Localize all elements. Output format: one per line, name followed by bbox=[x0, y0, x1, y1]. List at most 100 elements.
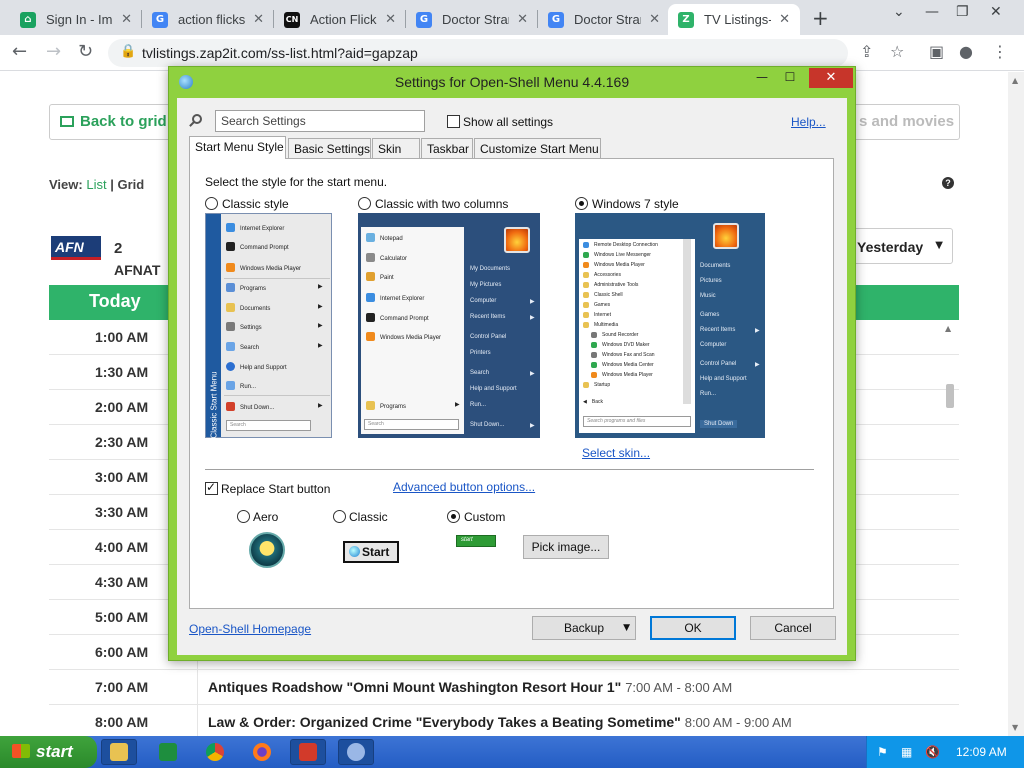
forward-arrow-icon[interactable]: → bbox=[46, 41, 61, 62]
start-label: start bbox=[36, 742, 73, 761]
bookmark-star-icon[interactable]: ☆ bbox=[890, 42, 904, 61]
classic-style-radio[interactable] bbox=[205, 197, 218, 210]
browser-tab[interactable]: CN Action Flicks ✕ bbox=[274, 4, 406, 35]
firefox-icon bbox=[253, 743, 271, 761]
schedule-row[interactable]: 7:00 AM Antiques Roadshow "Omni Mount Was… bbox=[49, 670, 959, 705]
advanced-button-options-link[interactable]: Advanced button options... bbox=[393, 480, 535, 494]
windows7-style-preview[interactable]: Remote Desktop Connection Windows Live M… bbox=[575, 213, 765, 438]
view-grid-link[interactable]: Grid bbox=[117, 177, 144, 192]
tab-skin[interactable]: Skin bbox=[372, 138, 420, 158]
divider bbox=[205, 469, 814, 470]
tab-start-menu-style[interactable]: Start Menu Style bbox=[189, 136, 286, 159]
search-settings-input[interactable]: Search Settings bbox=[215, 110, 425, 132]
volume-muted-icon[interactable]: 🔇 bbox=[925, 745, 940, 759]
channel-name: AFNAT bbox=[114, 262, 161, 278]
open-shell-homepage-link[interactable]: Open-Shell Homepage bbox=[189, 622, 311, 636]
start-button[interactable]: start bbox=[0, 736, 97, 768]
tab-favicon-icon: ⌂ bbox=[20, 11, 36, 28]
close-tab-icon[interactable]: ✕ bbox=[517, 12, 528, 27]
restore-window-icon[interactable]: ❐ bbox=[956, 4, 969, 20]
custom-button-radio[interactable] bbox=[447, 510, 460, 523]
close-tab-icon[interactable]: ✕ bbox=[121, 12, 132, 27]
two-columns-preview[interactable]: Notepad Calculator Paint Internet Explor… bbox=[358, 213, 540, 438]
tab-taskbar[interactable]: Taskbar bbox=[421, 138, 473, 158]
minimize-window-icon[interactable]: — bbox=[925, 4, 939, 20]
browser-tab-active[interactable]: Z TV Listings- ✕ bbox=[668, 4, 800, 35]
side-panel-icon[interactable]: ▣ bbox=[929, 42, 944, 61]
tab-search-icon[interactable]: ⌄ bbox=[893, 4, 905, 20]
page-scrollbar[interactable]: ▲ ▼ bbox=[1008, 72, 1024, 736]
view-list-link[interactable]: List bbox=[86, 177, 106, 192]
help-link[interactable]: Help... bbox=[791, 115, 826, 129]
classic-start-button-preview: Start bbox=[343, 541, 399, 563]
close-tab-icon[interactable]: ✕ bbox=[649, 12, 660, 27]
scrollbar-thumb[interactable] bbox=[946, 384, 954, 408]
tab-basic-settings[interactable]: Basic Settings bbox=[288, 138, 371, 158]
program-time-range: 7:00 AM - 8:00 AM bbox=[625, 680, 733, 695]
excel-taskbar-button[interactable] bbox=[150, 739, 186, 765]
scroll-up-icon[interactable]: ▲ bbox=[945, 324, 951, 333]
tab-title: Doctor Stran bbox=[574, 12, 642, 27]
preview-user-picture bbox=[504, 227, 530, 253]
classic-button-label: Classic bbox=[349, 510, 388, 524]
windows7-style-radio[interactable] bbox=[575, 197, 588, 210]
browser-tab[interactable]: G Doctor Stran ✕ bbox=[406, 4, 538, 35]
backup-button[interactable]: Backup ▼ bbox=[532, 616, 636, 640]
select-skin-link[interactable]: Select skin... bbox=[582, 446, 650, 460]
new-tab-button[interactable]: + bbox=[812, 6, 829, 30]
today-label: Today bbox=[89, 291, 141, 311]
close-dialog-button[interactable]: ✕ bbox=[809, 68, 853, 88]
close-tab-icon[interactable]: ✕ bbox=[253, 12, 264, 27]
settings-taskbar-button[interactable] bbox=[338, 739, 374, 765]
app-taskbar-button[interactable] bbox=[290, 739, 326, 765]
browser-tab[interactable]: G Doctor Stran ✕ bbox=[538, 4, 670, 35]
program-title[interactable]: Antiques Roadshow "Omni Mount Washington… bbox=[208, 679, 732, 695]
address-bar[interactable]: 🔒 tvlistings.zap2it.com/ss-list.html?aid… bbox=[108, 39, 848, 67]
scroll-down-icon[interactable]: ▼ bbox=[1012, 723, 1018, 732]
dialog-title-bar[interactable]: Settings for Open-Shell Menu 4.4.169 — ☐… bbox=[169, 67, 855, 97]
network-icon[interactable]: ▦ bbox=[901, 745, 915, 759]
classic-menu-band: Classic Start Menu bbox=[206, 214, 221, 439]
day-select-value: Yesterday bbox=[857, 239, 924, 255]
share-icon[interactable]: ⇪ bbox=[860, 42, 873, 61]
pick-image-button[interactable]: Pick image... bbox=[523, 535, 609, 559]
replace-start-button-checkbox[interactable] bbox=[205, 480, 218, 495]
tab-title: Sign In - Img bbox=[46, 12, 114, 27]
action-center-flag-icon[interactable]: ⚑ bbox=[877, 745, 891, 759]
schedule-scrollbar[interactable]: ▲ bbox=[943, 324, 957, 736]
profile-avatar-icon[interactable]: ● bbox=[959, 42, 973, 61]
maximize-icon[interactable]: ☐ bbox=[777, 70, 803, 90]
schedule-row[interactable]: 8:00 AM Law & Order: Organized Crime "Eve… bbox=[49, 705, 959, 740]
browser-tab[interactable]: ⌂ Sign In - Img ✕ bbox=[10, 4, 142, 35]
close-tab-icon[interactable]: ✕ bbox=[779, 12, 790, 27]
help-icon[interactable]: ? bbox=[942, 177, 954, 189]
chrome-icon bbox=[206, 743, 224, 761]
lock-icon: 🔒 bbox=[120, 44, 137, 59]
scroll-up-icon[interactable]: ▲ bbox=[1012, 76, 1018, 85]
close-window-icon[interactable]: ✕ bbox=[990, 4, 1002, 20]
close-tab-icon[interactable]: ✕ bbox=[385, 12, 396, 27]
url-text[interactable]: tvlistings.zap2it.com/ss-list.html?aid=g… bbox=[142, 45, 418, 61]
menu-kebab-icon[interactable]: ⋮ bbox=[992, 42, 1008, 61]
cancel-button[interactable]: Cancel bbox=[750, 616, 836, 640]
program-title[interactable]: Law & Order: Organized Crime "Everybody … bbox=[208, 714, 792, 730]
firefox-taskbar-button[interactable] bbox=[244, 739, 280, 765]
zap2it-icon: Z bbox=[678, 11, 694, 28]
minimize-icon[interactable]: — bbox=[749, 70, 775, 90]
two-columns-radio[interactable] bbox=[358, 197, 371, 210]
browser-tab[interactable]: G action flicks ✕ bbox=[142, 4, 274, 35]
classic-style-preview[interactable]: Classic Start Menu Internet Explorer Com… bbox=[205, 213, 332, 439]
tab-title: Action Flicks bbox=[310, 12, 378, 27]
view-label: View: bbox=[49, 177, 83, 192]
show-all-settings-checkbox[interactable] bbox=[447, 115, 460, 128]
clock[interactable]: 12:09 AM bbox=[956, 745, 1007, 759]
classic-button-radio[interactable] bbox=[333, 510, 346, 523]
file-explorer-taskbar-button[interactable] bbox=[101, 739, 137, 765]
tab-customize-start-menu[interactable]: Customize Start Menu bbox=[474, 138, 601, 158]
reload-icon[interactable]: ↻ bbox=[78, 41, 93, 62]
back-arrow-icon[interactable]: ← bbox=[12, 41, 27, 62]
aero-button-radio[interactable] bbox=[237, 510, 250, 523]
chrome-taskbar-button[interactable] bbox=[197, 739, 233, 765]
ok-button[interactable]: OK bbox=[650, 616, 736, 640]
day-select[interactable]: Yesterday ▼ bbox=[848, 228, 953, 264]
